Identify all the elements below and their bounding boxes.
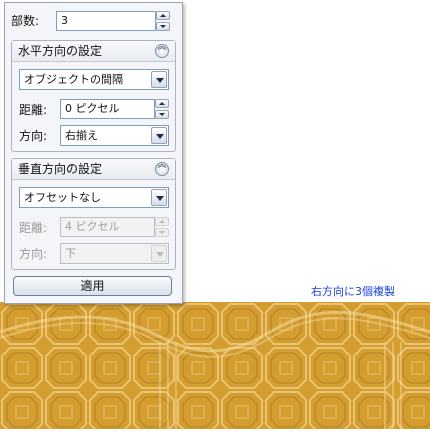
vertical-direction-label: 方向: bbox=[19, 247, 48, 261]
spin-up-icon[interactable] bbox=[155, 217, 169, 226]
vertical-settings-title: 垂直方向の設定 bbox=[18, 162, 103, 176]
horizontal-direction-value: 右揃え bbox=[65, 129, 98, 142]
horizontal-settings-group: 水平方向の設定 ︽ オブジェクトの間隔 距離: 0 ピクセル 方向: 右揃え bbox=[11, 40, 176, 152]
horizontal-direction-select[interactable]: 右揃え bbox=[60, 125, 169, 146]
horizontal-settings-header[interactable]: 水平方向の設定 ︽ bbox=[12, 41, 175, 62]
spin-down-icon[interactable] bbox=[155, 228, 169, 237]
horizontal-distance-input[interactable]: 0 ピクセル bbox=[60, 99, 155, 119]
chevron-down-icon[interactable] bbox=[151, 71, 167, 88]
vertical-settings-group: 垂直方向の設定 ︽ オフセットなし 距離: 4 ピクセル 方向: 下 bbox=[11, 158, 176, 270]
horizontal-direction-label: 方向: bbox=[19, 129, 48, 143]
spin-down-icon[interactable] bbox=[155, 110, 169, 119]
vertical-direction-select[interactable]: 下 bbox=[60, 243, 169, 264]
chevron-down-icon[interactable] bbox=[151, 189, 167, 206]
vertical-mode-select[interactable]: オフセットなし bbox=[19, 187, 169, 208]
ornament-pattern bbox=[0, 302, 430, 429]
collapse-chevron-icon[interactable]: ︽ bbox=[155, 160, 169, 176]
collapse-chevron-icon[interactable]: ︽ bbox=[155, 42, 169, 58]
chevron-down-icon[interactable] bbox=[151, 127, 167, 144]
duplicated-pattern-image bbox=[0, 302, 430, 429]
duplicate-settings-panel: 部数: 3 水平方向の設定 ︽ オブジェクトの間隔 距離: 0 ピクセル 方向:… bbox=[4, 2, 183, 304]
vertical-settings-header[interactable]: 垂直方向の設定 ︽ bbox=[12, 159, 175, 180]
horizontal-distance-spinner[interactable] bbox=[155, 99, 169, 119]
vertical-direction-value: 下 bbox=[65, 247, 76, 260]
horizontal-mode-value: オブジェクトの間隔 bbox=[24, 73, 123, 86]
spin-up-icon[interactable] bbox=[155, 99, 169, 108]
chevron-down-icon[interactable] bbox=[151, 245, 167, 262]
vertical-distance-spinner[interactable] bbox=[155, 217, 169, 237]
horizontal-mode-select[interactable]: オブジェクトの間隔 bbox=[19, 69, 169, 90]
copies-input[interactable]: 3 bbox=[56, 11, 156, 31]
vertical-mode-value: オフセットなし bbox=[24, 191, 101, 204]
duplicate-caption: 右方向に3個複製 bbox=[311, 285, 395, 298]
apply-button[interactable]: 適用 bbox=[13, 276, 172, 296]
spin-up-icon[interactable] bbox=[156, 11, 170, 20]
vertical-distance-label: 距離: bbox=[19, 221, 48, 235]
copies-label: 部数: bbox=[11, 14, 40, 28]
horizontal-distance-label: 距離: bbox=[19, 103, 48, 117]
spin-down-icon[interactable] bbox=[156, 22, 170, 31]
horizontal-settings-title: 水平方向の設定 bbox=[18, 44, 103, 58]
copies-spinner[interactable] bbox=[156, 11, 170, 31]
vertical-distance-input[interactable]: 4 ピクセル bbox=[60, 217, 155, 237]
